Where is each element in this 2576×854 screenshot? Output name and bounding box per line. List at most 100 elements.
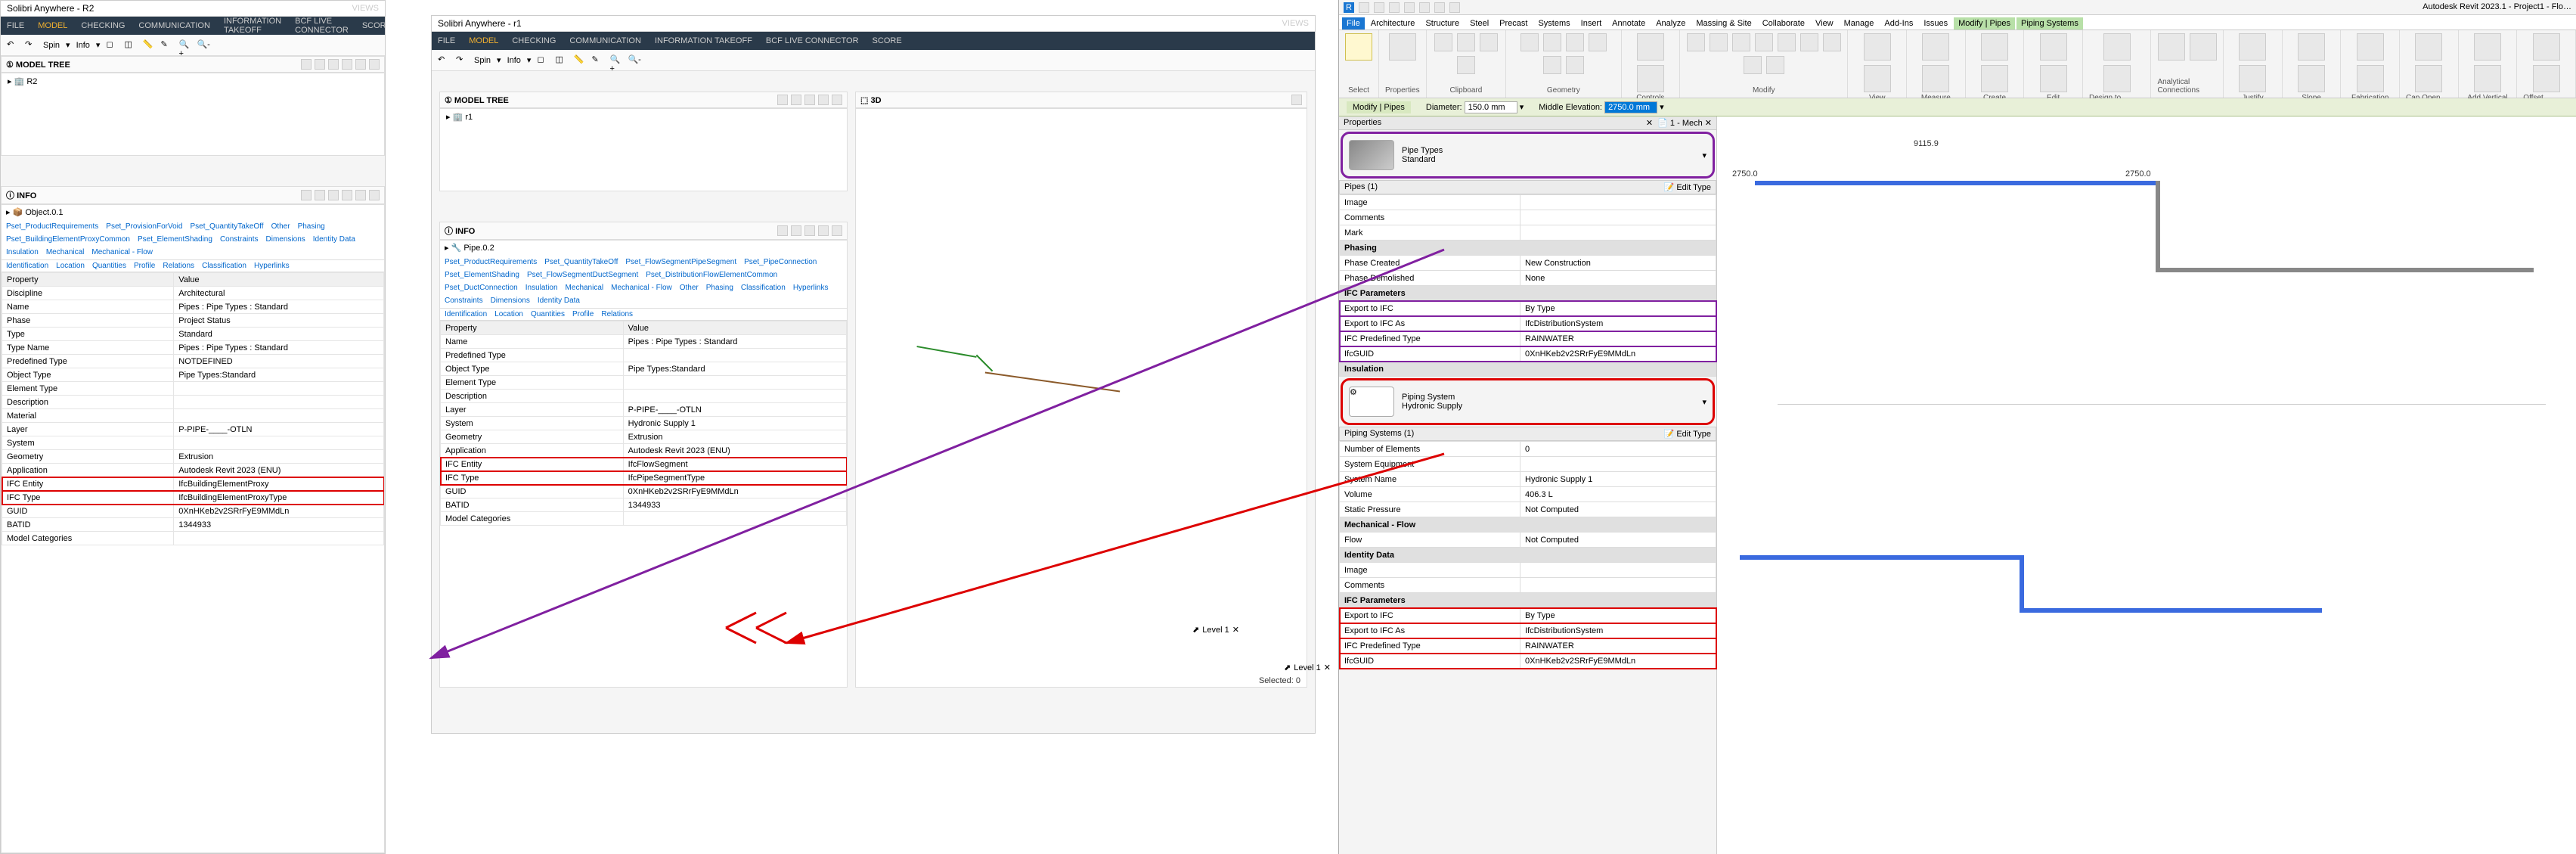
info-tab[interactable]: Quantities <box>531 310 565 318</box>
ribbon-button-icon[interactable] <box>2103 65 2131 92</box>
tree-tool-icon[interactable] <box>315 59 325 70</box>
qat-save-icon[interactable] <box>1374 2 1384 13</box>
elevation-input[interactable]: 2750.0 mm <box>1604 101 1657 113</box>
tree-tool-icon[interactable] <box>832 95 842 105</box>
property-row[interactable]: Volume406.3 L <box>1340 487 1716 502</box>
ribbon-button-icon[interactable] <box>1823 33 1841 51</box>
property-value[interactable] <box>1520 195 1716 210</box>
model-tree-body[interactable]: ▸ 🏢 r1 <box>439 108 848 191</box>
property-value[interactable] <box>1520 210 1716 225</box>
info-tool-icon[interactable] <box>791 225 801 236</box>
section-icon[interactable]: ◫ <box>555 54 567 67</box>
ribbon-tab[interactable]: Piping Systems <box>2016 17 2083 30</box>
menu-bcf[interactable]: BCF LIVE CONNECTOR <box>766 36 859 45</box>
ribbon-tab[interactable]: Insert <box>1576 17 1607 30</box>
view-tool-icon[interactable] <box>1291 95 1302 105</box>
pset-link[interactable]: Insulation <box>6 248 39 256</box>
ribbon-button-icon[interactable] <box>1981 65 2008 92</box>
property-value[interactable]: 0 <box>1520 442 1716 457</box>
ribbon-tab[interactable]: Precast <box>1495 17 1532 30</box>
pset-link[interactable]: Identity Data <box>313 235 355 244</box>
property-row[interactable]: IFC TypeIfcPipeSegmentType <box>441 471 847 485</box>
ribbon-button-icon[interactable] <box>1480 33 1498 51</box>
ribbon-button-icon[interactable] <box>1566 33 1584 51</box>
pset-link[interactable]: Other <box>271 222 290 231</box>
undo-icon[interactable]: ↶ <box>438 54 450 67</box>
property-row[interactable]: ApplicationAutodesk Revit 2023 (ENU) <box>2 464 384 477</box>
pipe-plan-top[interactable] <box>1755 181 2156 185</box>
ribbon-tab[interactable]: File <box>1342 17 1365 30</box>
ribbon-button-icon[interactable] <box>2474 33 2501 61</box>
qat-undo-icon[interactable] <box>1404 2 1415 13</box>
zoom-out-icon[interactable]: 🔍- <box>197 39 209 51</box>
property-row[interactable]: Predefined Type <box>441 349 847 362</box>
info-tool-icon[interactable] <box>818 225 829 236</box>
redo-icon[interactable]: ↷ <box>25 39 37 51</box>
ribbon-button-icon[interactable] <box>2298 33 2325 61</box>
info-tool-icon[interactable] <box>369 190 380 200</box>
property-row[interactable]: FlowNot Computed <box>1340 533 1716 548</box>
section-icon[interactable]: ◫ <box>124 39 136 51</box>
property-row[interactable]: NamePipes : Pipe Types : Standard <box>441 335 847 349</box>
pset-link[interactable]: Identity Data <box>538 297 580 305</box>
pset-link[interactable]: Classification <box>741 284 786 292</box>
property-row[interactable]: GeometryExtrusion <box>441 430 847 444</box>
property-row[interactable]: Object TypePipe Types:Standard <box>441 362 847 376</box>
property-row[interactable]: PropertyValue <box>441 321 847 335</box>
tree-tool-icon[interactable] <box>804 95 815 105</box>
property-value[interactable]: Not Computed <box>1520 533 1716 548</box>
pipe-plan-grey[interactable] <box>2156 181 2160 272</box>
pset-link[interactable]: Pset_ElementShading <box>138 235 212 244</box>
pset-link[interactable]: Mechanical - Flow <box>611 284 672 292</box>
pset-link[interactable]: Phasing <box>298 222 325 231</box>
property-value[interactable]: RAINWATER <box>1520 331 1716 346</box>
ribbon-button-icon[interactable] <box>1520 33 1539 51</box>
info-tool-icon[interactable] <box>301 190 312 200</box>
ribbon-button-icon[interactable] <box>2040 33 2067 61</box>
ribbon-tab[interactable]: Systems <box>1533 17 1574 30</box>
ribbon-button-icon[interactable] <box>2158 33 2185 61</box>
tree-tool-icon[interactable] <box>818 95 829 105</box>
ribbon-button-icon[interactable] <box>2357 65 2384 92</box>
property-value[interactable]: IfcDistributionSystem <box>1520 316 1716 331</box>
hide-icon[interactable]: ◻ <box>106 39 118 51</box>
menu-checking[interactable]: CHECKING <box>81 21 125 30</box>
property-row[interactable]: TypeStandard <box>2 328 384 341</box>
info-tool-icon[interactable] <box>342 190 352 200</box>
property-row[interactable]: Model Categories <box>441 512 847 526</box>
pset-link[interactable]: Pset_DuctConnection <box>445 284 518 292</box>
property-value[interactable] <box>1520 225 1716 241</box>
info-tab[interactable]: Classification <box>202 262 246 270</box>
ribbon-tab[interactable]: Issues <box>1919 17 1952 30</box>
tree-item[interactable]: R2 <box>26 77 37 86</box>
ribbon-button-icon[interactable] <box>1922 65 1949 92</box>
property-value[interactable]: Hydronic Supply 1 <box>1520 472 1716 487</box>
ribbon-button-icon[interactable] <box>1389 33 1416 61</box>
tree-tool-icon[interactable] <box>301 59 312 70</box>
menu-takeoff[interactable]: INFORMATION TAKEOFF <box>224 17 281 35</box>
pset-link[interactable]: Pset_QuantityTakeOff <box>190 222 263 231</box>
close-icon[interactable]: ✕ <box>1646 119 1653 128</box>
pset-link[interactable]: Pset_ProductRequirements <box>445 258 537 266</box>
pset-link[interactable]: Pset_DistributionFlowElementCommon <box>646 271 777 279</box>
pset-link[interactable]: Pset_FlowSegmentPipeSegment <box>625 258 736 266</box>
spin-dropdown[interactable]: Spin <box>474 56 491 65</box>
ribbon-button-icon[interactable] <box>1766 56 1784 74</box>
property-value[interactable]: New Construction <box>1520 256 1716 271</box>
qat-sync-icon[interactable] <box>1389 2 1400 13</box>
property-row[interactable]: PropertyValue <box>2 273 384 287</box>
zoom-in-icon[interactable]: 🔍+ <box>178 39 191 51</box>
ribbon-button-icon[interactable] <box>1800 33 1818 51</box>
pset-link[interactable]: Pset_ProvisionForVoid <box>106 222 182 231</box>
ribbon-button-icon[interactable] <box>2533 65 2560 92</box>
info-tab[interactable]: Profile <box>572 310 594 318</box>
menu-model[interactable]: MODEL <box>38 21 67 30</box>
ribbon-button-icon[interactable] <box>2239 33 2266 61</box>
property-row[interactable]: System <box>2 436 384 450</box>
menu-communication[interactable]: COMMUNICATION <box>138 21 210 30</box>
property-row[interactable]: BATID1344933 <box>441 498 847 512</box>
pset-link[interactable]: Mechanical - Flow <box>91 248 153 256</box>
ribbon-tab[interactable]: Manage <box>1840 17 1879 30</box>
ribbon-tab[interactable]: Modify | Pipes <box>1954 17 2015 30</box>
property-row[interactable]: System Equipment <box>1340 457 1716 472</box>
